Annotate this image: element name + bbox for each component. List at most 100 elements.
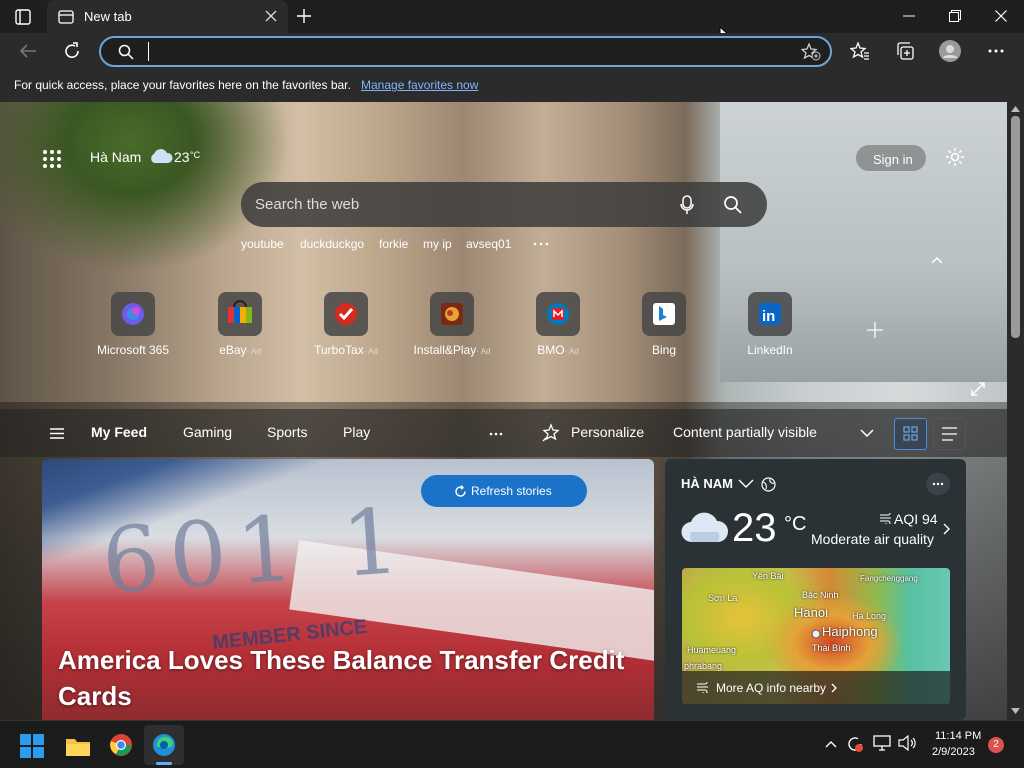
clock-time[interactable]: 11:14 PM [935, 730, 981, 742]
quicklink-tile[interactable] [324, 292, 368, 336]
tab-sports[interactable]: Sports [267, 424, 307, 440]
clock-date[interactable]: 2/9/2023 [932, 746, 975, 758]
feed-menu-icon[interactable] [50, 428, 64, 439]
header-temp-unit: °C [190, 150, 201, 160]
apps-launcher-icon[interactable] [42, 149, 62, 169]
tab-play[interactable]: Play [343, 424, 370, 440]
manage-favorites-link[interactable]: Manage favorites now [361, 78, 478, 92]
tab-new-tab[interactable]: New tab [47, 0, 288, 33]
new-tab-button[interactable] [296, 8, 312, 24]
weather-card[interactable]: HÀ NAM 23 °C AQI 94 Moderate air quality… [665, 459, 966, 720]
location-name[interactable]: Hà Nam [90, 149, 141, 165]
quicklink-tile[interactable] [218, 292, 262, 336]
quicklink-label: Install&Play· Ad [397, 343, 507, 357]
quicklink-name: TurboTax [314, 343, 364, 357]
trending-chip[interactable]: my ip [423, 237, 452, 251]
favorites-icon[interactable] [850, 42, 870, 60]
refresh-stories-icon [454, 485, 467, 498]
trending-chip[interactable]: youtube [241, 237, 284, 251]
back-icon[interactable] [19, 43, 37, 59]
microphone-icon[interactable] [680, 195, 694, 215]
refresh-icon[interactable] [63, 42, 81, 60]
weather-unit: °C [784, 513, 807, 535]
quicklink-tile[interactable] [430, 292, 474, 336]
list-layout-button[interactable] [933, 418, 966, 450]
edge-icon [153, 734, 175, 756]
chevron-down-icon[interactable] [860, 429, 874, 437]
tab-my-feed[interactable]: My Feed [91, 424, 147, 440]
scrollbar-thumb[interactable] [1011, 116, 1020, 338]
quicklink-label: Microsoft 365 [78, 343, 188, 357]
profile-avatar[interactable] [939, 40, 961, 62]
weather-more-options[interactable] [926, 473, 950, 495]
more-icon [932, 482, 944, 486]
address-bar[interactable] [99, 36, 832, 67]
restore-button[interactable] [949, 10, 961, 22]
quicklink-name: Bing [651, 343, 677, 357]
quicklink-tile[interactable]: in [748, 292, 792, 336]
web-search-icon[interactable] [723, 195, 742, 214]
location-chevron-icon[interactable] [738, 479, 754, 488]
map-label: Haiphong [822, 624, 878, 639]
personalize-button[interactable]: Personalize [571, 424, 644, 440]
collapse-chevron-icon[interactable] [931, 256, 943, 264]
quicklink-tile[interactable] [642, 292, 686, 336]
expand-background-icon[interactable] [971, 382, 985, 396]
web-search-box[interactable]: Search the web [241, 182, 767, 227]
windows-start-icon[interactable] [20, 734, 44, 758]
quicklink-tile[interactable] [111, 292, 155, 336]
sign-in-button[interactable]: Sign in [855, 144, 927, 172]
globe-icon[interactable] [761, 477, 776, 492]
file-explorer-icon[interactable] [65, 735, 91, 757]
feed-navigation: My Feed Gaming Sports Play Personalize C… [0, 409, 1007, 457]
close-tab-icon[interactable] [265, 10, 277, 22]
news-headline[interactable]: America Loves These Balance Transfer Cre… [58, 642, 638, 714]
aqi-icon [879, 513, 892, 524]
quicklink-tile[interactable] [536, 292, 580, 336]
settings-more-icon[interactable] [988, 49, 1004, 53]
notification-count-badge[interactable]: 2 [988, 737, 1004, 753]
chevron-right-icon[interactable] [943, 523, 950, 535]
edge-taskbar-button[interactable] [144, 725, 184, 765]
grid-layout-button[interactable] [894, 418, 927, 450]
map-label: Huameuang [687, 645, 737, 655]
page-scrollbar[interactable] [1007, 102, 1024, 720]
more-chips-icon[interactable] [533, 242, 549, 246]
collections-icon[interactable] [896, 42, 914, 60]
close-window-button[interactable] [995, 10, 1007, 22]
more-tabs-icon[interactable] [489, 432, 503, 436]
header-temperature: 23 [174, 149, 190, 165]
aqi-description[interactable]: Moderate air quality [811, 531, 934, 547]
trending-chip[interactable]: forkie [379, 237, 408, 251]
add-favorite-icon[interactable] [801, 43, 821, 61]
list-icon [942, 427, 957, 441]
trending-chip[interactable]: avseq01 [466, 237, 511, 251]
tray-chevron-up-icon[interactable] [825, 740, 837, 748]
volume-icon[interactable] [898, 735, 916, 751]
refresh-stories-label: Refresh stories [471, 484, 552, 498]
scroll-down-icon[interactable] [1011, 708, 1020, 714]
map-label: phrabang [684, 661, 723, 671]
grid-icon [903, 426, 918, 441]
content-visibility-dropdown[interactable]: Content partially visible [673, 424, 817, 440]
tab-gaming[interactable]: Gaming [183, 424, 232, 440]
sync-alert-icon[interactable] [846, 735, 864, 753]
weather-location[interactable]: HÀ NAM [681, 476, 733, 491]
chrome-icon[interactable] [109, 733, 133, 757]
add-quicklink-icon[interactable] [866, 321, 884, 339]
network-icon[interactable] [873, 735, 891, 751]
air-quality-map[interactable]: Yên Bái Fangchenggang Bắc Ninh Sơn La Ha… [682, 568, 950, 704]
refresh-stories-button[interactable]: Refresh stories [421, 475, 587, 507]
page-settings-gear-icon[interactable] [945, 147, 965, 167]
aqi-value[interactable]: AQI 94 [894, 511, 938, 527]
scroll-up-icon[interactable] [1011, 106, 1020, 112]
tab-actions-icon[interactable] [15, 9, 31, 25]
trending-chip[interactable]: duckduckgo [300, 237, 364, 251]
minimize-button[interactable] [903, 15, 915, 17]
more-aq-info-link[interactable]: More AQ info nearby [682, 671, 950, 704]
new-tab-page: Hà Nam 23 °C Sign in Search the web yout… [0, 102, 1007, 720]
cloud-icon [148, 147, 174, 165]
favorites-bar-message: For quick access, place your favorites h… [14, 78, 351, 92]
bing-logo-icon [653, 303, 675, 325]
tab-title: New tab [84, 9, 132, 24]
